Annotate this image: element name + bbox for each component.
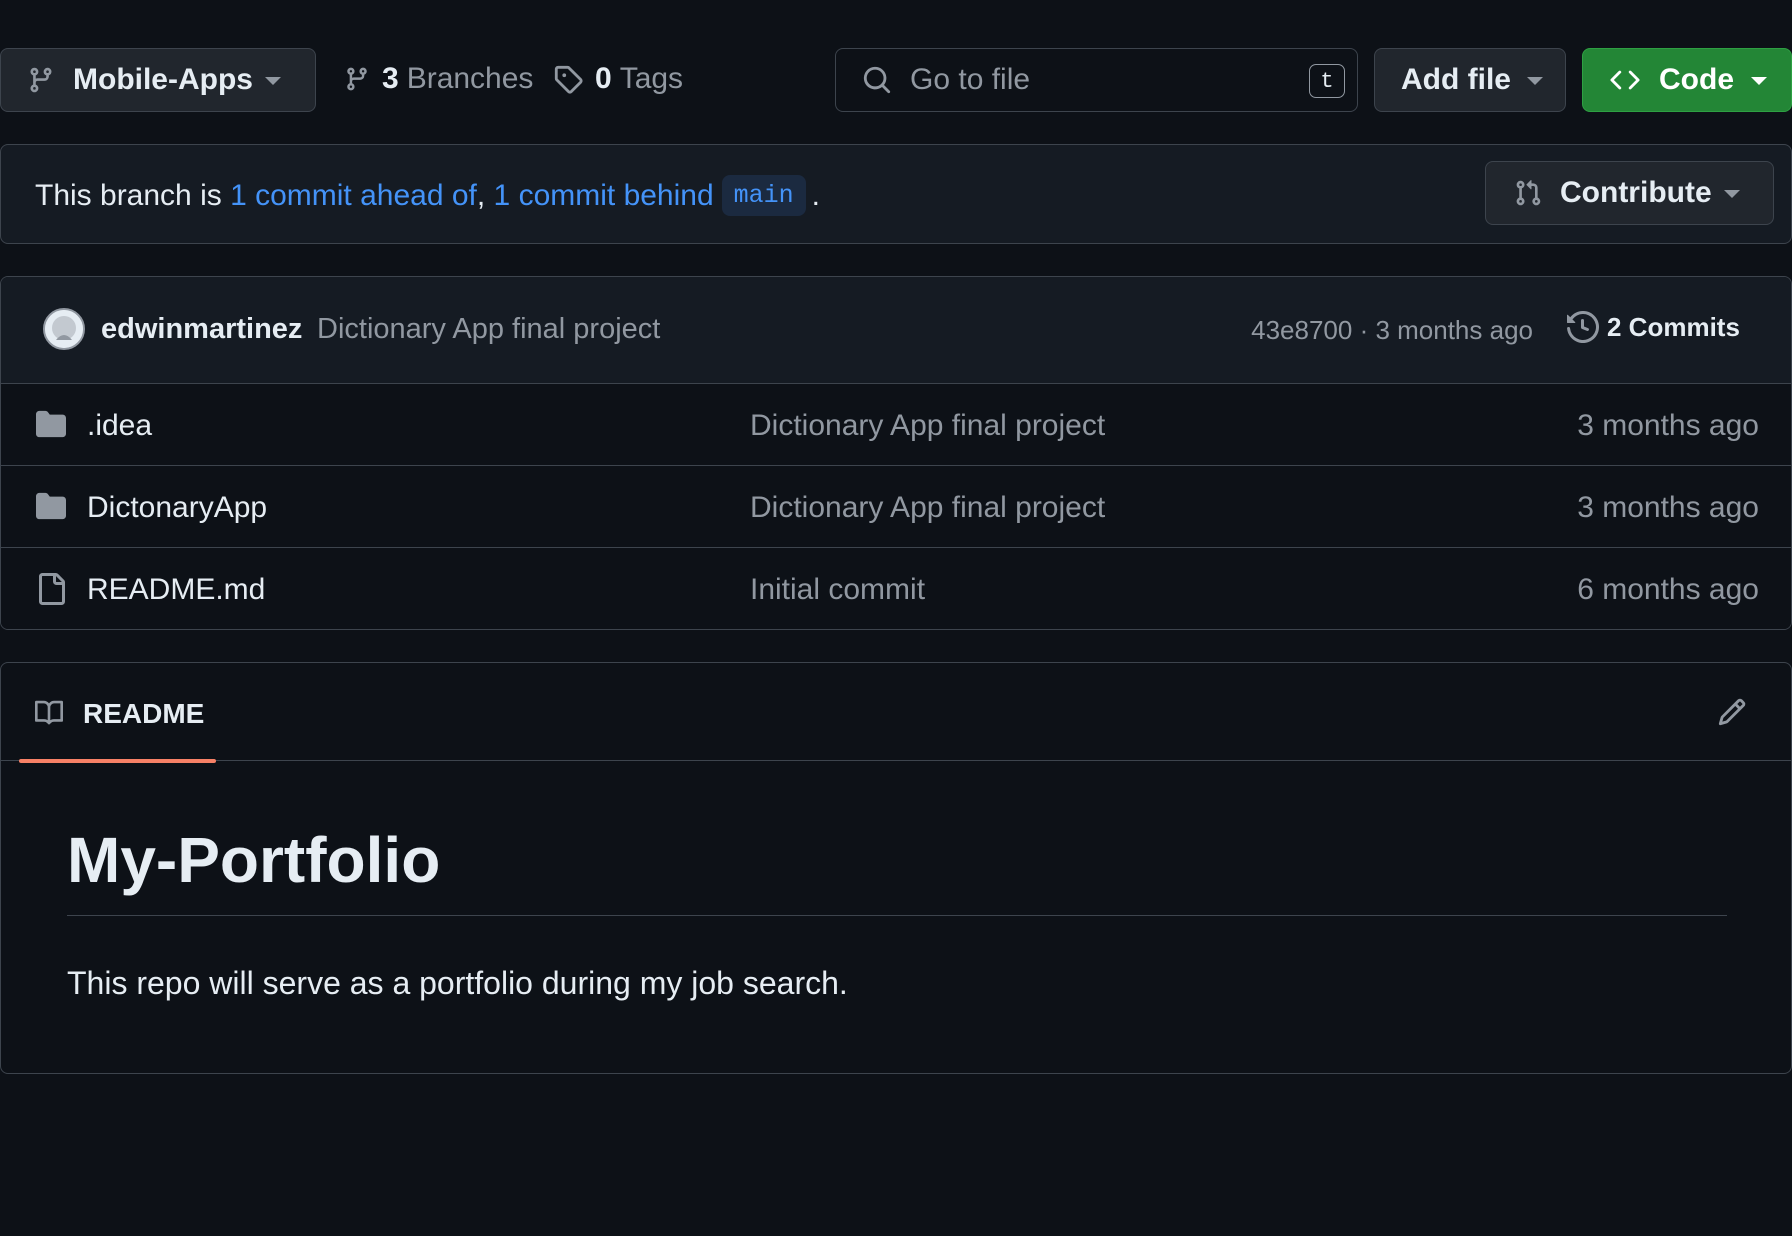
add-file-label: Add file	[1401, 63, 1511, 96]
code-label: Code	[1659, 63, 1734, 96]
status-suffix: .	[811, 178, 821, 212]
file-row[interactable]: DictonaryApp Dictionary App final projec…	[1, 466, 1791, 548]
readme-header: README	[1, 663, 1791, 763]
file-time: 6 months ago	[1577, 573, 1759, 606]
file-table: edwinmartinez Dictionary App final proje…	[0, 276, 1792, 630]
contribute-button[interactable]: Contribute	[1485, 161, 1774, 225]
chevron-down-icon	[1724, 190, 1740, 198]
chevron-down-icon	[265, 77, 281, 85]
code-icon	[1609, 65, 1641, 95]
commits-behind-link[interactable]: 1 commit behind	[494, 179, 714, 213]
branch-name: Mobile-Apps	[73, 63, 253, 96]
commit-message[interactable]: Dictionary App final project	[317, 313, 660, 346]
file-name[interactable]: README.md	[87, 573, 265, 607]
search-input[interactable]	[910, 63, 1290, 97]
branch-selector-button[interactable]: Mobile-Apps	[0, 48, 316, 112]
tags-label: Tags	[619, 62, 684, 95]
code-button[interactable]: Code	[1582, 48, 1792, 112]
pencil-icon	[1717, 697, 1747, 727]
active-tab-indicator	[19, 758, 216, 763]
book-icon	[33, 699, 65, 727]
commits-count-label: 2 Commits	[1607, 311, 1740, 342]
latest-commit-row: edwinmartinez Dictionary App final proje…	[1, 277, 1791, 384]
contribute-label: Contribute	[1560, 176, 1712, 209]
branches-count: 3	[382, 62, 399, 95]
branches-link[interactable]: 3 Branches	[344, 62, 533, 96]
git-branch-icon	[344, 64, 370, 94]
git-branch-icon	[27, 65, 55, 95]
file-commit-message[interactable]: Initial commit	[750, 573, 925, 607]
commit-author[interactable]: edwinmartinez	[101, 313, 302, 346]
git-pull-request-icon	[1514, 178, 1542, 208]
file-time: 3 months ago	[1577, 491, 1759, 524]
tags-link[interactable]: 0 Tags	[553, 62, 683, 96]
shortcut-key-hint: t	[1309, 64, 1345, 98]
branch-status-text: This branch is 1 commit ahead of , 1 com…	[35, 175, 820, 216]
tab-readme[interactable]: README	[19, 663, 216, 763]
readme-panel: README My-Portfolio This repo will serve…	[0, 662, 1792, 1074]
commit-hash-time[interactable]: 43e8700 · 3 months ago	[1251, 315, 1533, 346]
readme-title: My-Portfolio	[67, 823, 1727, 916]
history-icon	[1567, 311, 1599, 343]
status-prefix: This branch is	[35, 178, 231, 212]
file-commit-message[interactable]: Dictionary App final project	[750, 409, 1105, 443]
folder-icon	[35, 491, 67, 521]
status-separator: ,	[476, 178, 494, 212]
file-commit-message[interactable]: Dictionary App final project	[750, 491, 1105, 525]
commits-ahead-link[interactable]: 1 commit ahead of	[230, 179, 477, 213]
tags-count: 0	[595, 62, 612, 95]
search-icon	[862, 65, 892, 95]
go-to-file-search[interactable]: t	[835, 48, 1358, 112]
chevron-down-icon	[1527, 77, 1543, 85]
chevron-down-icon	[1751, 77, 1767, 85]
tag-icon	[553, 64, 583, 94]
avatar[interactable]	[43, 308, 85, 350]
file-name[interactable]: .idea	[87, 409, 152, 443]
readme-body-text: This repo will serve as a portfolio duri…	[67, 965, 848, 1001]
readme-tab-label: README	[83, 698, 205, 729]
file-icon	[35, 573, 67, 605]
base-branch-label[interactable]: main	[721, 175, 806, 216]
edit-readme-button[interactable]	[1717, 697, 1747, 727]
add-file-button[interactable]: Add file	[1374, 48, 1566, 112]
file-name[interactable]: DictonaryApp	[87, 491, 267, 525]
file-row[interactable]: README.md Initial commit 6 months ago	[1, 548, 1791, 629]
file-time: 3 months ago	[1577, 409, 1759, 442]
file-row[interactable]: .idea Dictionary App final project 3 mon…	[1, 384, 1791, 466]
commits-history-link[interactable]: 2 Commits	[1567, 311, 1740, 343]
branches-label: Branches	[406, 62, 534, 95]
folder-icon	[35, 409, 67, 439]
